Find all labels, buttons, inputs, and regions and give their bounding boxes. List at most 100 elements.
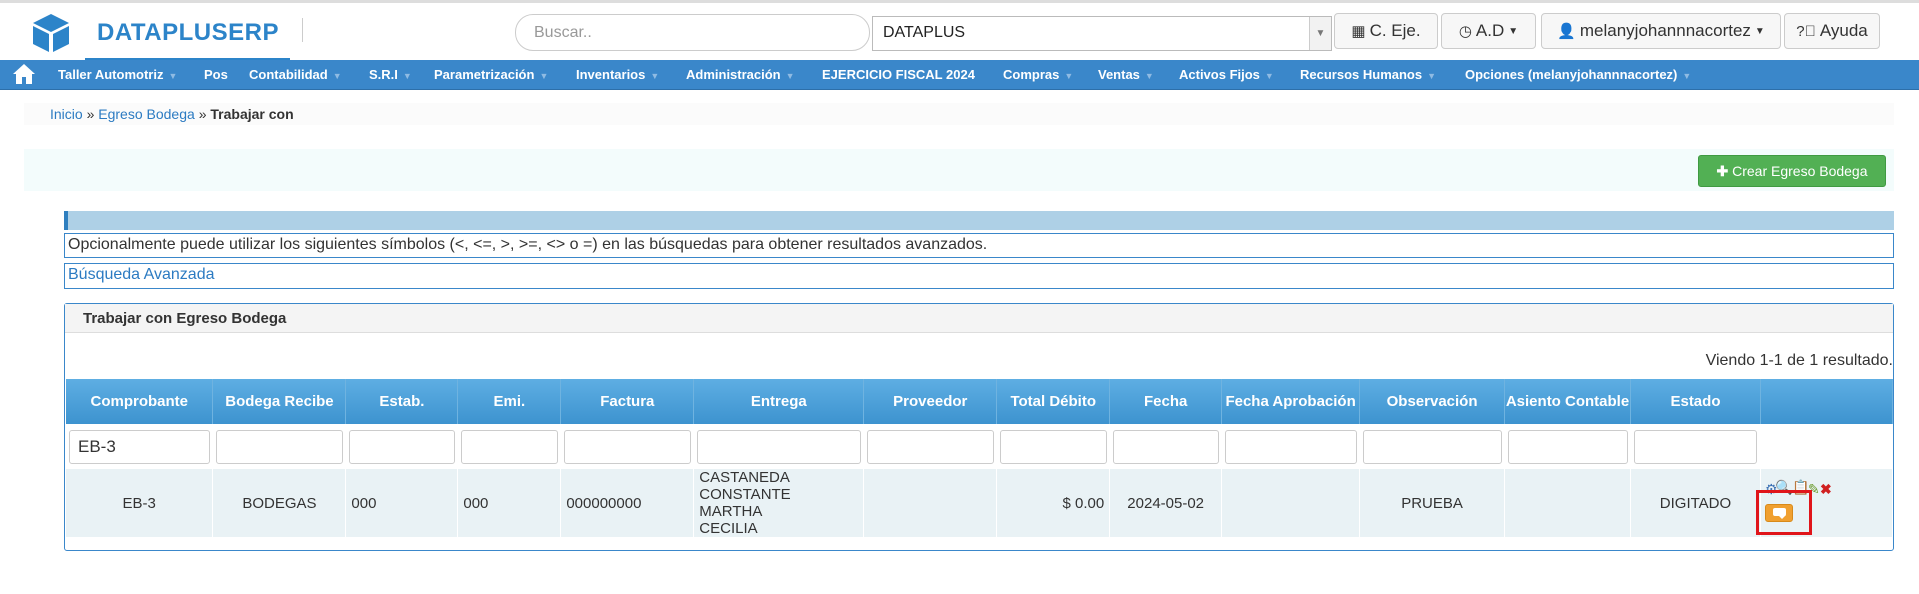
nav-parametrizacion[interactable]: Parametrización ▼ xyxy=(434,67,548,82)
filter-row xyxy=(66,424,1893,469)
nav-taller-automotriz[interactable]: Taller Automotriz ▼ xyxy=(58,67,177,82)
cell-entrega: CASTANEDA CONSTANTE MARTHA CECILIA xyxy=(693,469,865,537)
company-select[interactable]: DATAPLUS ▼ xyxy=(872,16,1332,51)
panel-title: Trabajar con Egreso Bodega xyxy=(65,304,1893,333)
table-header-row: Comprobante Bodega Recibe Estab. Emi. Fa… xyxy=(66,379,1894,424)
nav-compras[interactable]: Compras ▼ xyxy=(1003,67,1073,82)
search-hint: Opcionalmente puede utilizar los siguien… xyxy=(64,233,1894,258)
question-circle-icon: ?⃝ xyxy=(1796,22,1816,40)
col-observacion[interactable]: Observación xyxy=(1359,379,1506,424)
nav-activos-fijos[interactable]: Activos Fijos ▼ xyxy=(1179,67,1274,82)
highlight-box xyxy=(1756,490,1812,535)
chevron-down-icon[interactable]: ▼ xyxy=(1309,17,1331,50)
nav-contabilidad[interactable]: Contabilidad ▼ xyxy=(249,67,342,82)
results-table: Comprobante Bodega Recibe Estab. Emi. Fa… xyxy=(66,379,1894,537)
col-comprobante[interactable]: Comprobante xyxy=(66,379,214,424)
nav-inventarios[interactable]: Inventarios ▼ xyxy=(576,67,659,82)
cube-logo-icon xyxy=(33,14,69,52)
ad-button-label: A.D xyxy=(1475,21,1505,40)
breadcrumb-home-link[interactable]: Inicio xyxy=(50,106,83,122)
filter-comprobante[interactable] xyxy=(69,429,210,464)
section-bar xyxy=(64,211,1894,230)
col-total-debito[interactable]: Total Débito xyxy=(996,379,1111,424)
plus-icon: ✚ xyxy=(1716,163,1729,179)
cycle-button[interactable]: ▦ C. Eje. xyxy=(1334,13,1438,49)
col-entrega[interactable]: Entrega xyxy=(693,379,865,424)
filter-emi[interactable] xyxy=(460,429,558,464)
nav-ejercicio-fiscal[interactable]: EJERCICIO FISCAL 2024 xyxy=(822,67,975,82)
cycle-button-label: C. Eje. xyxy=(1369,21,1421,40)
col-fecha[interactable]: Fecha xyxy=(1109,379,1223,424)
nav-opciones[interactable]: Opciones (melanyjohannnacortez) ▼ xyxy=(1465,67,1691,82)
filter-estado[interactable] xyxy=(1633,429,1758,464)
cell-proveedor xyxy=(863,469,998,537)
cell-fecha: 2024-05-02 xyxy=(1109,469,1223,537)
calendar-icon: ▦ xyxy=(1351,23,1366,40)
breadcrumb-current: Trabajar con xyxy=(210,106,294,122)
filter-asiento-contable[interactable] xyxy=(1507,429,1628,464)
main-nav: Taller Automotriz ▼ Pos Contabilidad ▼ S.R… xyxy=(0,60,1919,90)
ad-button[interactable]: ◷ A.D ▼ xyxy=(1441,13,1536,49)
cell-factura: 000000000 xyxy=(560,469,695,537)
filter-proveedor[interactable] xyxy=(866,429,994,464)
cell-asiento-contable xyxy=(1504,469,1631,537)
filter-bodega-recibe[interactable] xyxy=(215,429,343,464)
cell-comprobante: EB-3 xyxy=(66,469,214,537)
user-menu-label: melanyjohannnacortez xyxy=(1579,21,1751,40)
cell-bodega-recibe: BODEGAS xyxy=(212,469,347,537)
cell-fecha-aprobacion xyxy=(1221,469,1361,537)
caret-down-icon: ▼ xyxy=(1508,25,1519,37)
breadcrumb-separator: » xyxy=(198,106,207,122)
filter-estab[interactable] xyxy=(348,429,455,464)
top-header: DATAPLUSERP DATAPLUS ▼ ▦ C. Eje. ◷ A.D ▼… xyxy=(0,0,1919,61)
col-estab[interactable]: Estab. xyxy=(345,379,459,424)
company-select-value: DATAPLUS xyxy=(883,24,966,41)
cell-emi: 000 xyxy=(457,469,562,537)
filter-fecha[interactable] xyxy=(1112,429,1219,464)
brand-name[interactable]: DATAPLUSERP xyxy=(97,19,279,47)
col-emi[interactable]: Emi. xyxy=(457,379,562,424)
col-estado[interactable]: Estado xyxy=(1630,379,1761,424)
nav-recursos-humanos[interactable]: Recursos Humanos ▼ xyxy=(1300,67,1436,82)
cell-estab: 000 xyxy=(345,469,459,537)
col-asiento-contable[interactable]: Asiento Contable xyxy=(1504,379,1631,424)
caret-down-icon: ▼ xyxy=(1754,25,1765,37)
advanced-search-link[interactable]: Búsqueda Avanzada xyxy=(64,263,1894,289)
action-strip xyxy=(24,149,1894,191)
cell-estado: DIGITADO xyxy=(1630,469,1761,537)
logo[interactable] xyxy=(30,11,72,55)
create-egreso-button[interactable]: ✚ Crear Egreso Bodega xyxy=(1698,155,1886,187)
filter-entrega[interactable] xyxy=(696,429,861,464)
breadcrumb-separator: » xyxy=(86,106,95,122)
home-icon[interactable] xyxy=(12,63,36,85)
nav-pos[interactable]: Pos xyxy=(204,67,228,82)
delete-icon[interactable]: ✖ xyxy=(1820,482,1832,496)
col-bodega-recibe[interactable]: Bodega Recibe xyxy=(212,379,347,424)
col-actions xyxy=(1760,379,1894,424)
filter-total-debito[interactable] xyxy=(999,429,1107,464)
col-fecha-aprobacion[interactable]: Fecha Aprobación xyxy=(1221,379,1361,424)
breadcrumb: Inicio » Egreso Bodega » Trabajar con xyxy=(24,103,1894,125)
col-proveedor[interactable]: Proveedor xyxy=(863,379,998,424)
search-input[interactable] xyxy=(515,14,870,51)
clock-icon: ◷ xyxy=(1458,23,1472,40)
cell-total-debito: $ 0.00 xyxy=(996,469,1111,537)
user-icon: 👤 xyxy=(1557,23,1576,40)
user-menu-button[interactable]: 👤 melanyjohannnacortez ▼ xyxy=(1541,13,1781,49)
results-summary: Viendo 1-1 de 1 resultado. xyxy=(1705,352,1893,369)
create-egreso-label: Crear Egreso Bodega xyxy=(1732,163,1868,179)
help-button[interactable]: ?⃝ Ayuda xyxy=(1784,13,1880,49)
table-row[interactable]: EB-3 BODEGAS 000 000 000000000 CASTANEDA… xyxy=(66,469,1894,537)
results-panel: Trabajar con Egreso Bodega Viendo 1-1 de… xyxy=(64,303,1894,551)
nav-sri[interactable]: S.R.I ▼ xyxy=(369,67,412,82)
divider xyxy=(302,18,303,42)
cell-observacion: PRUEBA xyxy=(1359,469,1506,537)
breadcrumb-section-link[interactable]: Egreso Bodega xyxy=(98,106,195,122)
filter-fecha-aprobacion[interactable] xyxy=(1224,429,1357,464)
filter-factura[interactable] xyxy=(563,429,691,464)
help-button-label: Ayuda xyxy=(1819,21,1868,40)
col-factura[interactable]: Factura xyxy=(560,379,695,424)
nav-ventas[interactable]: Ventas ▼ xyxy=(1098,67,1154,82)
nav-administracion[interactable]: Administración ▼ xyxy=(686,67,795,82)
filter-observacion[interactable] xyxy=(1362,429,1502,464)
